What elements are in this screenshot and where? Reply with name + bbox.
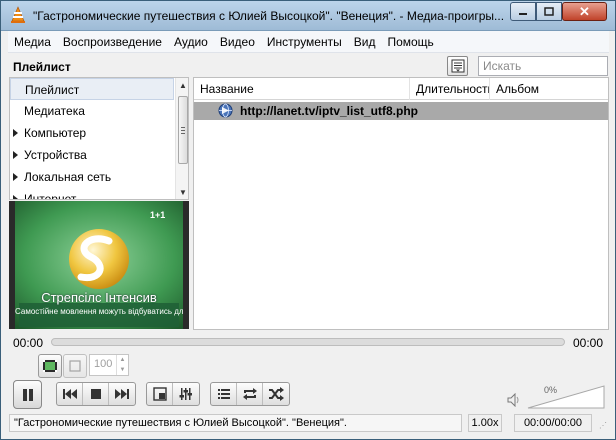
- sidebar-item-local-network[interactable]: Локальная сеть: [10, 166, 174, 188]
- minimize-button[interactable]: [510, 2, 536, 21]
- playback-speed-indicator[interactable]: 1.00x: [468, 414, 502, 432]
- menu-bar: Медиа Воспроизведение Аудио Видео Инстру…: [8, 31, 609, 53]
- table-row[interactable]: http://lanet.tv/iptv_list_utf8.php: [194, 102, 608, 120]
- scrollbar-thumb[interactable]: [178, 96, 188, 164]
- menu-video[interactable]: Видео: [214, 32, 261, 52]
- previous-icon: [62, 389, 77, 399]
- table-header: Название Длительность Альбом: [194, 78, 608, 100]
- speed-spinbox[interactable]: 100 ▲ ▼: [89, 354, 129, 376]
- spin-arrows-icon[interactable]: ▲ ▼: [116, 355, 128, 375]
- pause-button[interactable]: [13, 380, 42, 409]
- close-icon: ✕: [579, 3, 590, 19]
- minimize-icon: [519, 12, 527, 15]
- loop-icon: [242, 388, 257, 400]
- shuffle-icon: [269, 387, 284, 401]
- pause-icon: [22, 388, 33, 401]
- frame-button[interactable]: [63, 354, 87, 378]
- menu-audio[interactable]: Аудио: [168, 32, 214, 52]
- sidebar-item-label: Локальная сеть: [24, 170, 112, 184]
- expand-arrow-icon[interactable]: [13, 151, 18, 159]
- frame-icon: [69, 360, 81, 372]
- channel-logo: 1+1: [150, 210, 166, 220]
- fullscreen-icon: [152, 387, 167, 401]
- next-button[interactable]: [109, 383, 135, 405]
- equalizer-icon: [179, 388, 192, 400]
- previous-button[interactable]: [57, 383, 83, 405]
- sidebar-item-label: Интернет: [24, 192, 77, 200]
- playlist-table: Название Длительность Альбом http://lane…: [193, 77, 609, 330]
- sidebar-item-label: Компьютер: [24, 126, 87, 140]
- menu-media[interactable]: Медиа: [8, 32, 57, 52]
- seek-slider[interactable]: [51, 338, 565, 346]
- toggle-playlist-button[interactable]: [211, 383, 237, 405]
- column-header-duration[interactable]: Длительность: [410, 78, 490, 100]
- window-title: "Гастрономические путешествия с Юлией Вы…: [33, 9, 503, 23]
- stop-button[interactable]: [83, 383, 109, 405]
- sidebar-item-devices[interactable]: Устройства: [10, 144, 174, 166]
- expand-arrow-icon[interactable]: [13, 129, 18, 137]
- list-view-icon: [451, 59, 464, 73]
- shuffle-button[interactable]: [263, 383, 289, 405]
- next-icon: [115, 389, 129, 399]
- total-time[interactable]: 00:00: [573, 336, 603, 350]
- sidebar-item-media-library[interactable]: Медиатека: [10, 100, 174, 122]
- menu-view[interactable]: Вид: [348, 32, 382, 52]
- title-bar[interactable]: "Гастрономические путешествия с Юлией Вы…: [1, 1, 615, 31]
- sidebar-item-label: Устройства: [24, 148, 87, 162]
- vlc-window: "Гастрономические путешествия с Юлией Вы…: [0, 0, 616, 440]
- playlist-sidebar-tree: Плейлист Медиатека Компьютер Устройства …: [9, 77, 189, 200]
- fullscreen-button[interactable]: [147, 383, 173, 405]
- menu-tools[interactable]: Инструменты: [261, 32, 348, 52]
- transport-controls: [56, 382, 136, 406]
- row-title: http://lanet.tv/iptv_list_utf8.php: [240, 104, 419, 118]
- toggle-video-button[interactable]: [38, 354, 62, 378]
- expand-arrow-icon[interactable]: [13, 195, 18, 199]
- resize-grip-icon[interactable]: ⋰: [599, 421, 607, 430]
- playlist-icon: [217, 389, 230, 399]
- sidebar-item-internet[interactable]: Интернет: [10, 188, 174, 200]
- vlc-cone-icon: [11, 6, 25, 23]
- maximize-icon: [544, 6, 554, 16]
- scroll-down-icon[interactable]: ▼: [176, 185, 188, 199]
- playlist-controls: [210, 382, 290, 406]
- network-stream-icon: [218, 103, 233, 118]
- sidebar-item-computer[interactable]: Компьютер: [10, 122, 174, 144]
- close-button[interactable]: ✕: [562, 2, 607, 21]
- playlist-view-mode-button[interactable]: [447, 56, 468, 76]
- video-subtitle: Самостійне мовлення можуть відбуватись д…: [15, 307, 183, 316]
- elapsed-time: 00:00: [13, 336, 44, 350]
- sidebar-item-label: Медиатека: [24, 104, 85, 118]
- scroll-up-icon[interactable]: ▲: [176, 78, 188, 92]
- extended-settings-button[interactable]: [173, 383, 199, 405]
- loop-button[interactable]: [237, 383, 263, 405]
- video-icon: [43, 360, 57, 372]
- playlist-search-input[interactable]: [478, 56, 608, 76]
- maximize-button[interactable]: [536, 2, 562, 21]
- column-header-title[interactable]: Название: [194, 78, 410, 100]
- video-caption: Стрепсілс Інтенсив: [41, 290, 157, 305]
- view-controls: [146, 382, 200, 406]
- now-playing-status: "Гастрономические путешествия с Юлией Вы…: [9, 414, 462, 432]
- menu-playback[interactable]: Воспроизведение: [57, 32, 168, 52]
- volume-slider[interactable]: [527, 385, 605, 409]
- menu-help[interactable]: Помощь: [381, 32, 439, 52]
- status-bar: "Гастрономические путешествия с Юлией Вы…: [9, 413, 609, 433]
- playlist-heading: Плейлист: [13, 60, 71, 74]
- column-header-album[interactable]: Альбом: [490, 78, 608, 100]
- sidebar-scrollbar[interactable]: ▲ ▼: [175, 78, 188, 199]
- sidebar-item-playlist[interactable]: Плейлист: [10, 78, 174, 100]
- expand-arrow-icon[interactable]: [13, 173, 18, 181]
- stop-icon: [90, 389, 101, 399]
- speaker-icon[interactable]: [507, 393, 521, 407]
- time-indicator[interactable]: 00:00/00:00: [514, 414, 592, 432]
- video-preview[interactable]: 1+1 Стрепсілс Інтенсив Самостійне мовлен…: [9, 201, 189, 329]
- speed-value: 100: [94, 358, 113, 370]
- sidebar-item-label: Плейлист: [25, 83, 80, 97]
